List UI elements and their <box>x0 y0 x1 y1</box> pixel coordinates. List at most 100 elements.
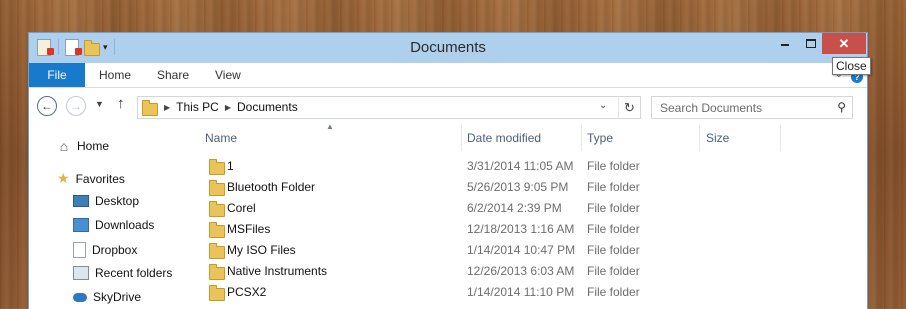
forward-button[interactable]: → <box>66 96 86 116</box>
list-item[interactable]: MSFiles 12/18/2013 1:16 AM File folder <box>191 219 867 240</box>
recent-folders-icon <box>73 266 89 280</box>
sidebar-item-skydrive[interactable]: SkyDrive <box>73 290 141 304</box>
column-header-type[interactable]: Type <box>587 131 613 145</box>
file-name: PCSX2 <box>227 285 267 299</box>
file-date-modified: 1/14/2014 10:47 PM <box>467 243 576 257</box>
file-type: File folder <box>587 264 640 278</box>
folder-icon <box>209 285 225 304</box>
tab-share[interactable]: Share <box>157 63 189 87</box>
close-icon: ✕ <box>838 36 850 51</box>
breadcrumb-this-pc[interactable]: This PC <box>176 100 219 114</box>
sidebar-item-home[interactable]: ⌂ Home <box>57 138 109 154</box>
star-icon: ★ <box>57 170 70 186</box>
explorer-window: ▾ Documents ✕ File Home Share View ⌄ ? ←… <box>28 32 868 309</box>
file-type: File folder <box>587 285 640 299</box>
sidebar-item-label: Home <box>77 139 110 153</box>
column-header-size[interactable]: Size <box>706 131 729 145</box>
tab-home[interactable]: Home <box>99 63 131 87</box>
skydrive-icon <box>73 292 87 302</box>
sidebar-item-favorites[interactable]: ★ Favorites <box>57 170 125 187</box>
sidebar-item-label: Desktop <box>95 194 140 208</box>
file-name: My ISO Files <box>227 243 296 257</box>
file-list: 1 3/31/2014 11:05 AM File folder Bluetoo… <box>191 156 867 303</box>
address-bar[interactable]: ▶ This PC ▶ Documents ⌄ ↻ <box>137 96 641 119</box>
sidebar-item-recent-folders[interactable]: Recent folders <box>73 266 172 280</box>
file-date-modified: 1/14/2014 11:10 PM <box>467 285 575 299</box>
file-date-modified: 6/2/2014 2:39 PM <box>467 201 562 215</box>
folder-icon <box>209 264 225 283</box>
desktop-icon <box>73 195 89 207</box>
navigation-pane: ⌂ Home ★ Favorites Desktop Downloads Dro… <box>29 123 191 309</box>
list-item[interactable]: My ISO Files 1/14/2014 10:47 PM File fol… <box>191 240 867 261</box>
file-type: File folder <box>587 222 640 236</box>
minimize-icon <box>781 43 789 46</box>
folder-icon <box>209 159 225 178</box>
file-name: Native Instruments <box>227 264 328 278</box>
window-title: Documents <box>410 39 486 56</box>
folder-icon <box>209 243 225 262</box>
breadcrumb-separator-icon[interactable]: ▶ <box>225 103 231 112</box>
search-input[interactable]: Search Documents ⚲ <box>651 96 853 119</box>
maximize-icon <box>806 39 816 49</box>
breadcrumb: ▶ This PC ▶ Documents <box>164 100 298 114</box>
column-divider[interactable] <box>461 125 462 151</box>
list-item[interactable]: Native Instruments 12/26/2013 6:03 AM Fi… <box>191 261 867 282</box>
list-item[interactable]: Corel 6/2/2014 2:39 PM File folder <box>191 198 867 219</box>
dropbox-icon <box>73 242 86 258</box>
search-icon[interactable]: ⚲ <box>837 100 846 114</box>
file-date-modified: 12/26/2013 6:03 AM <box>467 264 575 278</box>
list-item[interactable]: PCSX2 1/14/2014 11:10 PM File folder <box>191 282 867 303</box>
column-divider[interactable] <box>581 125 582 151</box>
search-placeholder: Search Documents <box>660 101 763 115</box>
sidebar-item-desktop[interactable]: Desktop <box>73 194 139 208</box>
file-type: File folder <box>587 180 640 194</box>
sort-ascending-icon: ▲ <box>326 122 334 131</box>
file-type: File folder <box>587 201 640 215</box>
back-button[interactable]: ← <box>37 96 57 116</box>
sidebar-item-label: SkyDrive <box>93 290 142 304</box>
minimize-button[interactable] <box>772 33 798 54</box>
file-date-modified: 5/26/2013 9:05 PM <box>467 180 569 194</box>
address-history-chevron-icon[interactable]: ⌄ <box>599 100 607 111</box>
folder-icon <box>209 222 225 241</box>
file-date-modified: 3/31/2014 11:05 AM <box>467 159 574 173</box>
column-headers: ▲ Name Date modified Type Size <box>191 122 867 153</box>
column-header-name[interactable]: Name <box>205 131 237 145</box>
sidebar-item-label: Downloads <box>95 218 155 232</box>
sidebar-item-label: Favorites <box>75 171 125 186</box>
file-name: MSFiles <box>227 222 271 236</box>
column-divider[interactable] <box>699 125 700 151</box>
up-arrow-icon[interactable]: ↑ <box>117 95 125 112</box>
folder-icon <box>209 201 225 220</box>
column-header-date-modified[interactable]: Date modified <box>467 131 541 145</box>
navigation-bar: ← → ▼ ↑ ▶ This PC ▶ Documents ⌄ ↻ Search… <box>29 88 867 123</box>
close-button[interactable]: ✕ <box>822 33 866 54</box>
breadcrumb-documents[interactable]: Documents <box>237 100 298 114</box>
title-bar[interactable]: ▾ Documents ✕ <box>29 33 867 63</box>
home-icon: ⌂ <box>59 138 69 154</box>
ribbon-tabs: File Home Share View ⌄ ? <box>29 63 867 88</box>
list-item[interactable]: Bluetooth Folder 5/26/2013 9:05 PM File … <box>191 177 867 198</box>
sidebar-item-dropbox[interactable]: Dropbox <box>73 242 137 258</box>
downloads-icon <box>73 218 89 232</box>
back-arrow-icon: ← <box>41 99 53 113</box>
folder-icon <box>209 180 225 199</box>
file-name: Corel <box>227 201 256 215</box>
recent-locations-chevron-icon[interactable]: ▼ <box>95 99 104 109</box>
breadcrumb-separator-icon[interactable]: ▶ <box>164 103 170 112</box>
sidebar-item-label: Dropbox <box>92 243 138 257</box>
sidebar-item-label: Recent folders <box>95 266 173 280</box>
maximize-button[interactable] <box>798 33 824 54</box>
column-divider[interactable] <box>780 125 781 151</box>
file-type: File folder <box>587 243 640 257</box>
tab-view[interactable]: View <box>215 63 241 87</box>
tab-file[interactable]: File <box>29 63 85 87</box>
forward-arrow-icon: → <box>70 99 82 113</box>
file-name: Bluetooth Folder <box>227 180 316 194</box>
file-date-modified: 12/18/2013 1:16 AM <box>467 222 575 236</box>
refresh-icon[interactable]: ↻ <box>618 97 640 118</box>
sidebar-item-downloads[interactable]: Downloads <box>73 218 154 232</box>
location-folder-icon <box>142 100 158 119</box>
list-item[interactable]: 1 3/31/2014 11:05 AM File folder <box>191 156 867 177</box>
close-tooltip: Close <box>832 57 871 75</box>
